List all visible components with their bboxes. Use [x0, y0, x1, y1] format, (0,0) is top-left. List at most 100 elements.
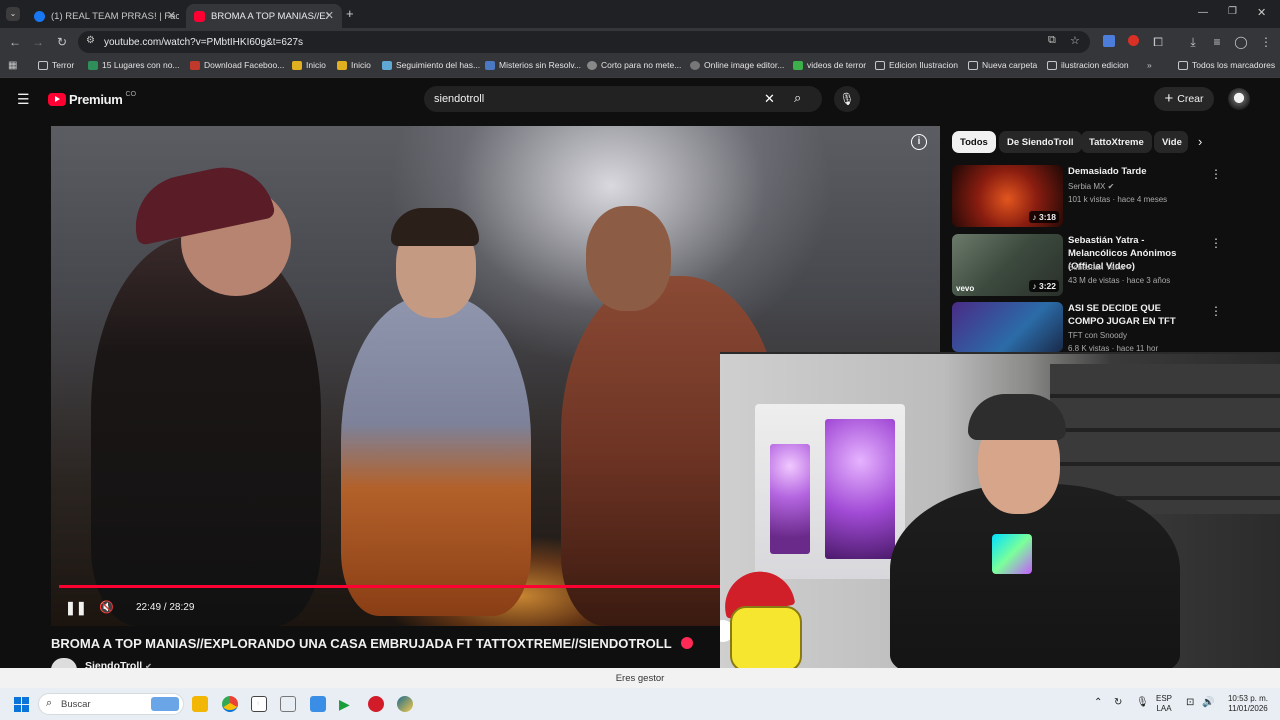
bookmark-item[interactable]: Inicio	[292, 60, 326, 70]
webcam-scene-rgb-glow	[825, 419, 895, 559]
mute-icon[interactable]: 🔇	[99, 600, 114, 614]
translate-extension-icon[interactable]	[1103, 35, 1115, 47]
chevron-right-icon[interactable]: ›	[1198, 134, 1202, 149]
all-bookmarks-button[interactable]: Todos los marcadores	[1178, 60, 1275, 70]
download-icon[interactable]: ⤓	[1185, 34, 1201, 50]
webcam-scene-fans	[770, 444, 810, 554]
bookmark-item[interactable]: Corto para no mete...	[587, 60, 681, 70]
bookmark-item[interactable]: videos de terror	[793, 60, 866, 70]
minimize-icon[interactable]: —	[1198, 7, 1208, 18]
media-control-icon[interactable]: ≡	[1209, 34, 1225, 50]
bookmark-label: Edicion Ilustracion	[889, 60, 958, 70]
voice-search-icon[interactable]: 🎙	[834, 86, 860, 112]
youtube-logo[interactable]: Premium CO	[48, 91, 137, 107]
install-app-icon[interactable]: ⧉	[1048, 34, 1056, 47]
bookmark-item[interactable]: Seguimiento del has...	[382, 60, 480, 70]
status-banner: Eres gestor	[0, 668, 1280, 688]
chip-tattoxtreme[interactable]: TattoXtreme	[1081, 131, 1152, 153]
language-code: ESP	[1156, 694, 1173, 703]
extension-icon[interactable]	[1128, 35, 1139, 46]
restore-icon[interactable]: ❐	[1228, 6, 1237, 17]
window-close-icon[interactable]: ✕	[1257, 6, 1266, 19]
recommendation-item[interactable]: vevo ♪ 3:22 Sebastián Yatra - Melancólic…	[952, 234, 1222, 298]
recommendation-title[interactable]: Demasiado Tarde	[1068, 165, 1198, 178]
calculator-icon[interactable]	[310, 696, 326, 712]
network-icon[interactable]: ⊡	[1186, 698, 1194, 708]
bookmark-item[interactable]: Edicion Ilustracion	[875, 60, 958, 70]
tab-search-button[interactable]: ⌄	[6, 7, 20, 21]
video-thumbnail[interactable]	[952, 302, 1063, 352]
duration-text: 3:22	[1038, 281, 1056, 291]
chip-from-channel[interactable]: De SiendoTroll	[999, 131, 1082, 153]
more-actions-icon[interactable]: ⋮	[1210, 304, 1222, 318]
apps-grid-icon[interactable]: ▦	[8, 60, 17, 71]
extensions-puzzle-icon[interactable]: ⧠	[1150, 34, 1166, 50]
taskbar-search-input[interactable]: ⌕ Buscar	[38, 693, 184, 715]
recommendation-title[interactable]: ASI SE DECIDE QUE COMPO JUGAR EN TFT	[1068, 302, 1198, 328]
forward-icon[interactable]: →	[30, 34, 46, 50]
bookmark-favicon	[587, 60, 597, 70]
more-actions-icon[interactable]: ⋮	[1210, 167, 1222, 181]
close-tab-icon[interactable]: ✕	[325, 9, 334, 22]
microphone-tray-icon[interactable]: 🎙	[1136, 698, 1149, 708]
profile-icon[interactable]: ◯	[1233, 34, 1249, 50]
chip-videos[interactable]: Vide	[1154, 131, 1188, 153]
bookmark-item[interactable]: Nueva carpeta	[968, 60, 1037, 70]
back-icon[interactable]: ←	[7, 34, 23, 50]
reload-icon[interactable]: ↻	[54, 34, 70, 50]
tab-youtube[interactable]: BROMA A TOP MANIAS//EXPLO ✕	[186, 4, 342, 28]
hamburger-menu-icon[interactable]: ☰	[17, 91, 30, 108]
info-icon[interactable]: i	[911, 134, 927, 150]
more-bookmarks-icon[interactable]: »	[1147, 60, 1152, 70]
clock-time: 10:53 p. m.	[1227, 694, 1269, 703]
channel-name[interactable]: Sebastián Yatra ✔	[1068, 263, 1133, 272]
app-icon[interactable]: ◐	[251, 696, 267, 712]
channel-name[interactable]: Serbia MX ✔	[1068, 182, 1114, 191]
bookmark-favicon	[190, 60, 200, 70]
logo-text: Premium	[69, 92, 123, 107]
clock[interactable]: 10:53 p. m. 11/01/2026	[1224, 694, 1272, 714]
bookmark-item[interactable]: Terror	[38, 60, 74, 70]
channel-name[interactable]: TFT con Snoody	[1068, 331, 1127, 340]
clear-search-icon[interactable]: ✕	[764, 91, 775, 107]
region-code: CO	[125, 91, 137, 98]
windows-start-icon[interactable]	[14, 697, 29, 712]
bookmark-item[interactable]: Inicio	[337, 60, 371, 70]
bookmark-item[interactable]: Online image editor...	[690, 60, 784, 70]
bookmark-star-icon[interactable]: ☆	[1070, 34, 1080, 47]
browser-tab-strip: ⌄ (1) REAL TEAM PRRAS! | Facebo ✕ BROMA …	[0, 0, 1280, 28]
address-bar[interactable]: ⚙ youtube.com/watch?v=PMbtIHKI60g&t=627s…	[78, 31, 1090, 53]
pause-icon[interactable]: ❚❚	[65, 600, 87, 616]
show-hidden-icons[interactable]: ⌃	[1094, 698, 1102, 708]
sync-icon[interactable]: ↻	[1114, 698, 1122, 708]
new-tab-icon[interactable]: +	[346, 6, 354, 21]
chip-all[interactable]: Todos	[952, 131, 996, 153]
obs-icon[interactable]	[368, 696, 384, 712]
chrome-icon[interactable]	[222, 696, 238, 712]
bookmark-item[interactable]: ilustracion edicion	[1047, 60, 1129, 70]
volume-icon[interactable]: 🔊	[1202, 698, 1214, 708]
chrome-menu-icon[interactable]: ⋮	[1258, 34, 1274, 50]
webcam-scene-streamer-body	[890, 484, 1180, 670]
avatar[interactable]	[1228, 88, 1250, 110]
more-actions-icon[interactable]: ⋮	[1210, 236, 1222, 250]
file-explorer-icon[interactable]	[192, 696, 208, 712]
tab-facebook[interactable]: (1) REAL TEAM PRRAS! | Facebo ✕	[26, 4, 184, 28]
close-tab-icon[interactable]: ✕	[167, 9, 176, 22]
search-icon[interactable]: ⌕	[794, 90, 801, 106]
video-thumbnail[interactable]: ♪ 3:18	[952, 165, 1063, 227]
video-thumbnail[interactable]: vevo ♪ 3:22	[952, 234, 1063, 296]
language-indicator[interactable]: ESP LAA	[1156, 694, 1172, 714]
app-icon[interactable]	[397, 696, 413, 712]
recommendation-item[interactable]: ASI SE DECIDE QUE COMPO JUGAR EN TFT TFT…	[952, 302, 1222, 353]
bookmark-item[interactable]: 15 Lugares con no...	[88, 60, 180, 70]
create-button[interactable]: + Crear	[1154, 87, 1214, 111]
site-info-icon[interactable]: ⚙	[86, 35, 95, 46]
bookmark-item[interactable]: Misterios sin Resolv...	[485, 60, 581, 70]
app-icon[interactable]	[280, 696, 296, 712]
bookmark-item[interactable]: Download Faceboo...	[190, 60, 284, 70]
play-app-icon[interactable]: ▶	[339, 696, 355, 712]
recommendation-item[interactable]: ♪ 3:18 Demasiado Tarde Serbia MX ✔ 101 k…	[952, 165, 1222, 229]
search-input[interactable]: siendotroll ✕ ⌕	[424, 86, 822, 112]
bookmark-favicon	[382, 60, 392, 70]
